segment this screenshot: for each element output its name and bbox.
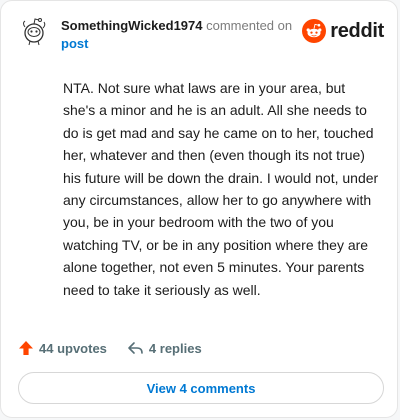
reddit-logo-icon (302, 19, 327, 43)
comment-header: SomethingWicked1974 commented on post re… (18, 15, 384, 55)
reddit-brand[interactable]: reddit (302, 19, 384, 43)
comment-action-text: commented on (206, 18, 293, 33)
upvote-count: 44 upvotes (39, 340, 107, 356)
post-link[interactable]: post (61, 35, 301, 53)
view-comments-button[interactable]: View 4 comments (18, 372, 384, 404)
comment-footer: 44 upvotes 4 replies (18, 337, 202, 359)
snoo-avatar-icon (23, 18, 46, 46)
comment-card: SomethingWicked1974 commented on post re… (0, 0, 398, 418)
upvote-arrow-icon (19, 341, 33, 355)
comment-body: NTA. Not sure what laws are in your area… (63, 80, 379, 298)
reply-stat[interactable]: 4 replies (127, 340, 202, 356)
upvote-stat[interactable]: 44 upvotes (18, 340, 107, 356)
reply-count: 4 replies (148, 340, 202, 356)
comment-meta: SomethingWicked1974 commented on post (61, 17, 301, 53)
reddit-wordmark: reddit (330, 19, 384, 42)
author-name[interactable]: SomethingWicked1974 (61, 18, 202, 33)
avatar[interactable] (18, 15, 50, 47)
reply-arrow-icon (128, 342, 143, 354)
